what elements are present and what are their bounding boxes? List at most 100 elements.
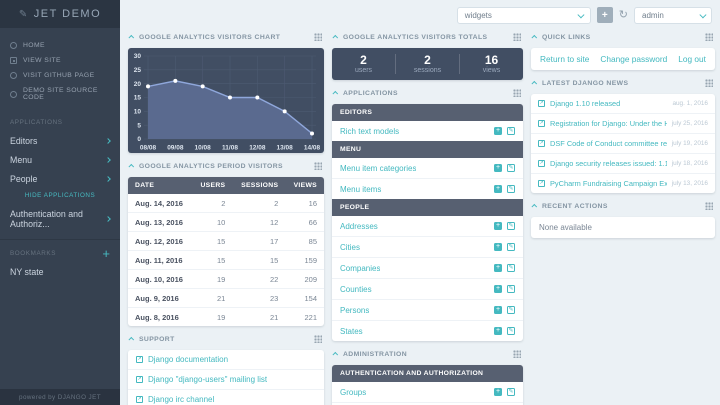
drag-handle-icon[interactable] (513, 33, 521, 41)
svg-text:0: 0 (137, 136, 141, 143)
widget-header-news: LATEST DJANGO NEWS (533, 76, 713, 90)
edit-icon[interactable] (507, 327, 515, 335)
collapse-icon[interactable] (128, 337, 134, 343)
sidebar-item-home[interactable]: HOME (0, 38, 120, 53)
sidebar-app-item[interactable]: People (0, 169, 120, 188)
chevron-right-icon (105, 138, 111, 144)
drag-handle-icon[interactable] (314, 335, 322, 343)
model-row: States (332, 321, 523, 341)
edit-icon[interactable] (507, 264, 515, 272)
edit-icon[interactable] (507, 243, 515, 251)
add-icon[interactable] (494, 164, 502, 172)
drag-handle-icon[interactable] (705, 79, 713, 87)
table-row: Aug. 14, 2016 2 2 16 (128, 194, 324, 213)
quick-link[interactable]: Log out (678, 54, 706, 64)
edit-icon[interactable] (507, 185, 515, 193)
widget-title: QUICK LINKS (542, 34, 591, 41)
sidebar-item-github[interactable]: VISIT GITHUB PAGE (0, 68, 120, 83)
model-link[interactable]: Groups (340, 388, 366, 397)
collapse-icon[interactable] (531, 204, 537, 210)
model-row: Counties (332, 279, 523, 300)
add-bookmark-button[interactable]: + (102, 249, 110, 258)
news-link[interactable]: PyCharm Fundraising Campaign Extended to… (550, 179, 667, 188)
news-link[interactable]: Registration for Django: Under the Hood … (550, 119, 667, 128)
user-menu-select[interactable]: admin (634, 7, 712, 24)
cell-views: 85 (285, 232, 324, 251)
drag-handle-icon[interactable] (314, 162, 322, 170)
drag-handle-icon[interactable] (513, 350, 521, 358)
add-icon[interactable] (494, 306, 502, 314)
model-link[interactable]: Counties (340, 285, 372, 294)
news-link[interactable]: Django security releases issued: 1.10 re… (550, 159, 667, 168)
model-link[interactable]: Companies (340, 264, 380, 273)
edit-icon[interactable] (507, 222, 515, 230)
add-icon[interactable] (494, 264, 502, 272)
collapse-icon[interactable] (531, 81, 537, 87)
news-link[interactable]: Django 1.10 released (550, 99, 667, 108)
app-section-header: EDITORS (332, 104, 523, 121)
svg-text:30: 30 (134, 53, 142, 60)
model-link[interactable]: Menu item categories (340, 164, 416, 173)
app-section: PEOPLE Addresses Cities (332, 199, 523, 341)
support-link[interactable]: Django documentation (148, 355, 228, 364)
model-link[interactable]: Addresses (340, 222, 378, 231)
app-section-header: AUTHENTICATION AND AUTHORIZATION (332, 365, 523, 382)
sidebar-item-view-site[interactable]: VIEW SITE (0, 53, 120, 68)
github-icon (10, 91, 17, 98)
sidebar-item-source-code[interactable]: DEMO SITE SOURCE CODE (0, 83, 120, 105)
collapse-icon[interactable] (128, 35, 134, 41)
edit-icon[interactable] (507, 285, 515, 293)
add-icon[interactable] (494, 388, 502, 396)
table-header-row: DATE USERS SESSIONS VIEWS (128, 177, 324, 194)
stat-value: 16 (460, 54, 523, 67)
model-link[interactable]: Persons (340, 306, 369, 315)
sidebar-app-item[interactable]: Editors (0, 131, 120, 150)
model-link[interactable]: Rich text models (340, 127, 399, 136)
quick-link[interactable]: Return to site (540, 54, 589, 64)
add-icon[interactable] (494, 327, 502, 335)
cell-users: 15 (192, 232, 232, 251)
add-icon[interactable] (494, 222, 502, 230)
edit-icon[interactable] (507, 127, 515, 135)
sidebar-app-item[interactable]: Menu (0, 150, 120, 169)
add-icon[interactable] (494, 285, 502, 293)
collapse-icon[interactable] (531, 35, 537, 41)
sidebar-item-auth[interactable]: Authentication and Authoriz... (0, 204, 120, 233)
widget-title: GOOGLE ANALYTICS VISITORS TOTALS (343, 34, 487, 41)
drag-handle-icon[interactable] (513, 89, 521, 97)
support-link[interactable]: Django "django-users" mailing list (148, 375, 267, 384)
column-header-views: VIEWS (285, 177, 324, 194)
widget-title: RECENT ACTIONS (542, 203, 608, 210)
add-icon[interactable] (494, 243, 502, 251)
quick-link[interactable]: Change password (600, 54, 667, 64)
drag-handle-icon[interactable] (314, 33, 322, 41)
edit-icon[interactable] (507, 388, 515, 396)
model-link[interactable]: States (340, 327, 363, 336)
bookmark-item[interactable]: NY state (0, 262, 120, 282)
add-icon[interactable] (494, 127, 502, 135)
model-link[interactable]: Menu items (340, 185, 381, 194)
news-link[interactable]: DSF Code of Conduct committee releases t… (550, 139, 667, 148)
sidebar: ✎ JET DEMO HOME VIEW SITE VISIT GITHUB P… (0, 0, 120, 405)
add-widget-button[interactable]: + (597, 7, 613, 23)
collapse-icon[interactable] (332, 91, 338, 97)
collapse-icon[interactable] (128, 164, 134, 170)
cell-users: 19 (192, 270, 232, 289)
support-link[interactable]: Django irc channel (148, 395, 214, 404)
widgets-select-value: widgets (465, 11, 492, 20)
widgets-select[interactable]: widgets (457, 7, 591, 24)
collapse-icon[interactable] (332, 352, 338, 358)
widget-header-quick-links: QUICK LINKS (533, 30, 713, 44)
hide-applications-toggle[interactable]: HIDE APPLICATIONS (0, 188, 120, 204)
model-link[interactable]: Cities (340, 243, 360, 252)
model-actions (494, 127, 515, 135)
app-brand[interactable]: ✎ JET DEMO (0, 0, 120, 28)
drag-handle-icon[interactable] (705, 202, 713, 210)
edit-icon[interactable] (507, 306, 515, 314)
drag-handle-icon[interactable] (705, 33, 713, 41)
add-icon[interactable] (494, 185, 502, 193)
edit-icon[interactable] (507, 164, 515, 172)
refresh-icon[interactable] (619, 10, 628, 21)
bookmarks-section-label: BOOKMARKS (10, 250, 56, 257)
collapse-icon[interactable] (332, 35, 338, 41)
